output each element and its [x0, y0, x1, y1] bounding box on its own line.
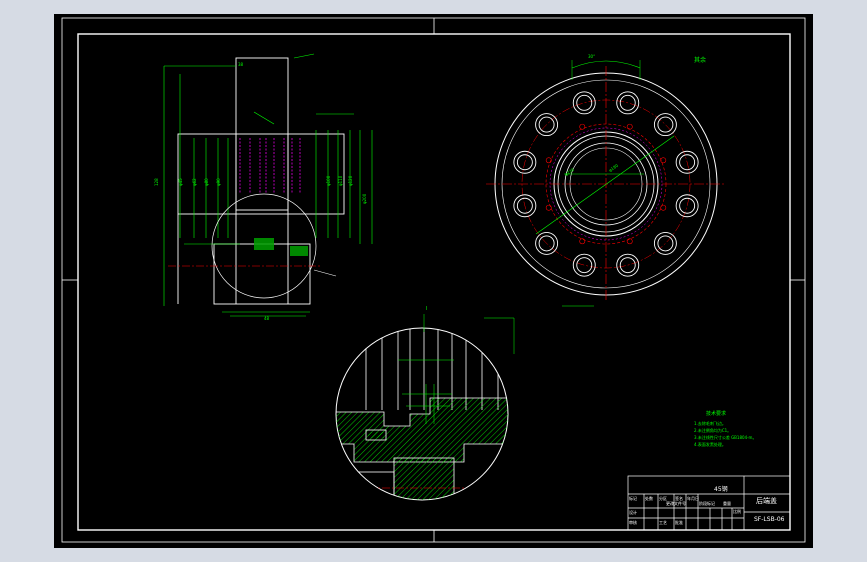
svg-text:φ110: φ110: [338, 175, 343, 186]
svg-text:φ200: φ200: [362, 193, 367, 204]
tapped-hole: [660, 204, 667, 211]
bolt-hole-inner: [657, 235, 674, 252]
tech-note-2: 2.未注倒角均为C1。: [694, 428, 732, 433]
bolt-hole-inner: [679, 197, 696, 214]
tapped-hole: [545, 157, 552, 164]
tapped-hole: [579, 123, 586, 130]
material-cell: 45钢: [714, 486, 728, 493]
svg-text:128: 128: [154, 178, 159, 186]
bolt-hole-inner: [576, 94, 593, 111]
svg-text:48: 48: [264, 316, 270, 321]
tech-note-1: 1.去除毛刺飞边。: [694, 421, 726, 426]
svg-text:38: 38: [238, 62, 244, 67]
svg-text:φ80: φ80: [204, 178, 209, 186]
svg-text:φ90: φ90: [216, 178, 221, 186]
tapped-hole: [660, 157, 667, 164]
part-name: 后端盖: [756, 497, 777, 505]
sign-cell-5: 年月日: [687, 496, 699, 501]
svg-text:φ45: φ45: [178, 178, 183, 186]
tapped-hole: [545, 204, 552, 211]
row-label-1: 审核: [629, 520, 637, 525]
cad-viewport[interactable]: φ45 φ62 φ80 φ90 φ100 φ110 φ120 φ200 128 …: [54, 14, 813, 548]
tech-note-4: 4.表面发黑处理。: [694, 442, 726, 447]
tech-notes-heading: 技术要求: [706, 411, 727, 417]
bolt-hole-inner: [657, 116, 674, 133]
sign-cell-1: 处数: [645, 496, 653, 501]
row-label-0: 设计: [629, 510, 637, 515]
detail-view: [335, 314, 515, 501]
sign-cell-0: 标记: [629, 496, 637, 501]
tapped-hole: [626, 123, 633, 130]
bolt-hole-inner: [576, 257, 593, 274]
stage-label-1: 重量: [723, 501, 731, 506]
row-label-3: 批准: [675, 520, 683, 525]
drawing-number: SF-LSB-06: [754, 516, 785, 523]
svg-text:φ120: φ120: [348, 175, 353, 186]
tapped-hole: [626, 238, 633, 245]
svg-text:φ100: φ100: [326, 175, 331, 186]
side-section-view: φ45 φ62 φ80 φ90 φ100 φ110 φ120 φ200 128 …: [154, 53, 373, 321]
stage-label-2: 比例: [733, 509, 741, 514]
cad-drawing: φ45 φ62 φ80 φ90 φ100 φ110 φ120 φ200 128 …: [61, 17, 806, 543]
detail-view-label: I: [426, 306, 427, 312]
flange-top-view: φ230 φ180 30°: [486, 54, 726, 307]
tech-note-3: 3.未注线性尺寸公差 GB1804-m。: [694, 435, 757, 440]
top-view-label: 其余: [694, 56, 706, 64]
svg-text:30°: 30°: [588, 54, 595, 59]
sign-cell-4: 签名: [675, 496, 683, 501]
tapped-hole: [579, 238, 586, 245]
svg-text:φ62: φ62: [192, 178, 197, 186]
row-label-2: 工艺: [659, 520, 667, 525]
svg-text:φ180: φ180: [608, 163, 620, 173]
stage-label-0: 阶段标记: [699, 501, 715, 506]
